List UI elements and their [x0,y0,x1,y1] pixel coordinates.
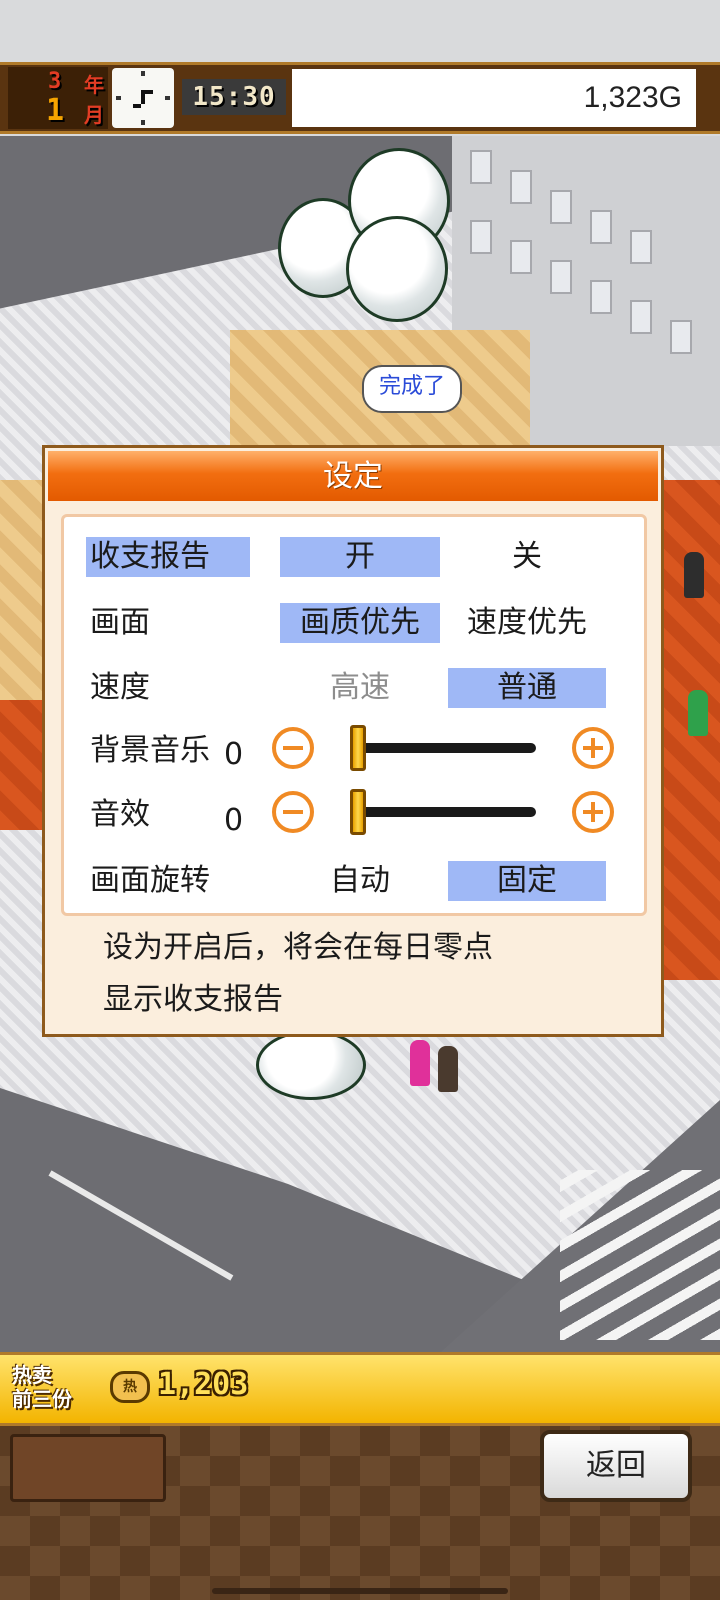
building-window [510,240,532,274]
dialog-title: 设定 [323,459,383,494]
building-window [550,260,572,294]
building-window [630,300,652,334]
building-window [550,190,572,224]
sfx-slider-track[interactable] [350,807,536,817]
month-unit: 月 [84,103,104,127]
setting-label-report[interactable]: 收支报告 [86,537,250,577]
building-window [670,320,692,354]
plus-icon [583,738,603,758]
bgm-value: 0 [224,737,244,772]
year-unit: 年 [84,73,104,97]
bgm-increase-button[interactable] [572,727,614,769]
speech-bubble: 完成了 [362,365,462,413]
setting-label-display: 画面 [90,605,150,640]
minus-icon [283,746,303,750]
shop-floor-left [0,480,46,700]
rotation-auto-option[interactable]: 自动 [280,861,440,901]
minus-icon [283,810,303,814]
building-window [470,220,492,254]
clock-icon [112,68,174,128]
sfx-slider-thumb[interactable] [350,789,366,835]
best-seller-value: 1,203 [158,1367,249,1402]
home-indicator [212,1588,508,1594]
bgm-decrease-button[interactable] [272,727,314,769]
settings-dialog: 设定 收支报告 开 关 画面 画质优先 速度优先 速度 高速 普通 背景音乐 0… [42,445,664,1037]
setting-label-bgm: 背景音乐 [90,733,210,768]
sfx-decrease-button[interactable] [272,791,314,833]
rotation-fixed-option[interactable]: 固定 [448,861,606,901]
back-button[interactable]: 返回 [540,1430,692,1502]
snowy-tree [346,216,448,322]
bgm-slider-thumb[interactable] [350,725,366,771]
year-number: 3 [48,69,62,94]
customer [410,1040,430,1086]
sfx-increase-button[interactable] [572,791,614,833]
best-seller-label-line-1: 热卖 [12,1363,52,1387]
building-window [590,210,612,244]
building-window [590,280,612,314]
top-status-bar: 3 年 1 月 15:30 1,323G [0,62,720,134]
empty-slot[interactable] [10,1434,166,1502]
settings-panel: 收支报告 开 关 画面 画质优先 速度优先 速度 高速 普通 背景音乐 0 音效… [61,514,647,916]
money-box: 1,323G [292,69,696,127]
customer [684,552,704,598]
money-display: 1,323G [583,81,682,114]
setting-label-speed: 速度 [90,670,150,705]
date-display: 3 年 1 月 [8,67,108,129]
dialog-header: 设定 [48,451,658,501]
setting-label-sfx: 音效 [90,797,150,832]
best-seller-label: 热卖 前三份 [12,1363,92,1411]
building-window [630,230,652,264]
report-on-option[interactable]: 开 [280,537,440,577]
shop-floor-orange-left [0,700,46,830]
building-window [510,170,532,204]
crosswalk [560,1170,720,1340]
setting-description: 设为开启后，将会在每日零点 显示收支报告 [103,922,643,1026]
bottom-panel: 返回 [0,1426,720,1600]
report-off-option[interactable]: 关 [448,537,606,577]
speed-normal-option[interactable]: 普通 [448,668,606,708]
best-seller-label-line-2: 前三份 [12,1387,72,1411]
sfx-value: 0 [224,803,244,838]
time-display: 15:30 [182,79,286,115]
display-speed-option[interactable]: 速度优先 [448,603,606,643]
snowy-tree [256,1030,366,1100]
customer [438,1046,458,1092]
speed-fast-option[interactable]: 高速 [280,668,440,708]
bgm-slider-track[interactable] [350,743,536,753]
description-line-1: 设为开启后，将会在每日零点 [103,930,493,965]
plus-icon [583,802,603,822]
building-window [470,150,492,184]
month-number: 1 [46,93,65,128]
customer [688,690,708,736]
setting-label-rotation: 画面旋转 [90,863,210,898]
best-seller-bar[interactable]: 热卖 前三份 热 1,203 [0,1352,720,1426]
product-icon: 热 [110,1371,150,1403]
display-quality-option[interactable]: 画质优先 [280,603,440,643]
description-line-2: 显示收支报告 [103,982,283,1017]
